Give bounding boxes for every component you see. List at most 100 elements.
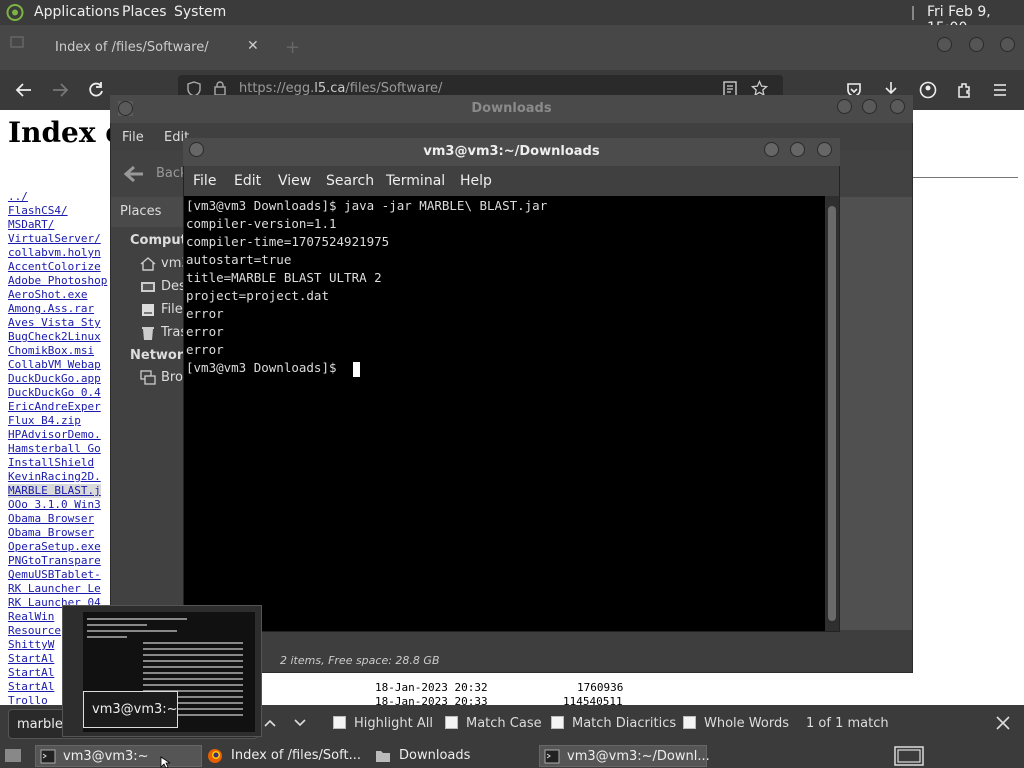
file-link[interactable]: ShittyW [8,638,54,652]
file-link[interactable]: MARBLE BLAST.j [8,484,101,498]
file-link[interactable]: Hamsterball Go [8,442,101,456]
workspace-switcher-icon[interactable] [894,746,924,766]
file-link[interactable]: Obama Browser [8,526,94,540]
file-link[interactable]: OOo 3.1.0 Win3 [8,498,101,512]
find-previous-icon[interactable] [262,715,278,731]
file-link[interactable]: Obama Browser [8,512,94,526]
file-link[interactable]: FlashCS4/ [8,204,68,218]
url-text[interactable]: https://egg.l5.ca/files/Software/ [239,81,442,96]
menu-file[interactable]: File [122,130,144,145]
file-link[interactable]: VirtualServer/ [8,232,101,246]
file-link[interactable]: RealWin [8,610,54,624]
scrollbar-thumb[interactable] [828,206,836,621]
system-menu[interactable]: System [174,4,226,20]
highlight-all-label[interactable]: Highlight All [354,716,433,731]
match-diacritics-checkbox[interactable] [551,716,564,729]
extensions-icon[interactable] [955,81,973,99]
close-icon[interactable] [817,142,832,157]
sidebar-item-vm3[interactable]: vm3 [161,256,184,271]
terminal-output[interactable]: [vm3@vm3 Downloads]$ java -jar MARBLE\ B… [184,196,825,631]
close-icon[interactable] [890,99,905,114]
file-link[interactable]: DuckDuckGo 0.4 [8,386,101,400]
minimize-icon[interactable] [837,99,852,114]
forward-icon[interactable] [51,81,69,99]
file-link[interactable]: collabvm.holyn [8,246,101,260]
file-link[interactable]: RK Launcher Le [8,582,101,596]
menu-file[interactable]: File [193,173,216,189]
terminal-titlebar[interactable]: vm3@vm3:~/Downloads [183,138,840,166]
match-case-checkbox[interactable] [445,716,458,729]
file-link[interactable]: KevinRacing2D. [8,470,101,484]
terminal-scrollbar[interactable] [825,196,839,631]
sidebar-item-file-system[interactable]: File System [161,302,184,317]
maximize-icon[interactable] [862,99,877,114]
home-icon[interactable] [140,256,156,272]
places-menu[interactable]: Places [122,4,167,20]
find-close-icon[interactable] [995,715,1011,731]
show-desktop-icon[interactable] [4,748,22,763]
menu-terminal[interactable]: Terminal [386,173,445,189]
lock-icon[interactable] [214,81,226,96]
whole-words-checkbox[interactable] [683,716,696,729]
file-manager-titlebar[interactable]: Downloads [110,95,913,123]
file-link[interactable]: AeroShot.exe [8,288,87,302]
file-link[interactable]: Resource [8,624,61,638]
reload-icon[interactable] [87,81,105,99]
menu-help[interactable]: Help [460,173,492,189]
trash-icon[interactable] [140,325,156,341]
file-link[interactable]: BugCheck2Linux [8,330,101,344]
account-icon[interactable] [919,81,937,99]
desktop-icon[interactable] [140,279,156,295]
taskbar-item-downloads[interactable]: Downloads [372,745,532,767]
back-arrow-icon[interactable] [123,164,145,184]
file-link[interactable]: MSDaRT/ [8,218,54,232]
file-link[interactable]: QemuUSBTablet- [8,568,101,582]
new-tab-icon[interactable]: + [285,37,300,58]
tab-list-icon[interactable] [10,35,24,49]
file-link[interactable]: OperaSetup.exe [8,540,101,554]
sidebar-item-browse-network[interactable]: Browse Network [161,370,184,385]
file-link[interactable]: ../ [8,190,28,204]
taskbar-item-terminal-home[interactable]: vm3@vm3:~ [35,745,202,767]
taskbar-item-browser[interactable]: Index of /files/Soft... [205,745,368,767]
back-icon[interactable] [15,81,33,99]
file-link[interactable]: Adobe Photoshop [8,274,107,288]
maximize-icon[interactable] [969,37,984,52]
minimize-icon[interactable] [937,37,952,52]
file-link[interactable]: EricAndreExper [8,400,101,414]
whole-words-label[interactable]: Whole Words [704,716,789,731]
menu-view[interactable]: View [278,173,311,189]
network-icon[interactable] [140,370,156,386]
hamburger-menu-icon[interactable] [991,81,1009,99]
menu-edit[interactable]: Edit [234,173,261,189]
menu-search[interactable]: Search [326,173,374,189]
file-link[interactable]: HPAdvisorDemo. [8,428,101,442]
applications-menu[interactable]: Applications [34,4,120,20]
file-link[interactable]: StartAl [8,680,54,694]
file-link[interactable]: StartAl [8,666,54,680]
file-link[interactable]: Flux B4.zip [8,414,81,428]
file-link[interactable]: StartAl [8,652,54,666]
minimize-icon[interactable] [764,142,779,157]
sidebar-item-trash[interactable]: Trash [161,325,184,340]
file-link[interactable]: InstallShield [8,456,94,470]
file-link[interactable]: PNGtoTranspare [8,554,101,568]
match-diacritics-label[interactable]: Match Diacritics [572,716,676,731]
maximize-icon[interactable] [790,142,805,157]
file-link[interactable]: CollabVM Webap [8,358,101,372]
drive-icon[interactable] [140,302,156,318]
file-link[interactable]: Among.Ass.rar [8,302,94,316]
distro-logo-icon[interactable] [6,4,24,21]
file-link[interactable]: Aves Vista Sty [8,316,101,330]
close-window-icon[interactable] [1000,37,1015,52]
highlight-all-checkbox[interactable] [333,716,346,729]
file-link[interactable]: DuckDuckGo.app [8,372,101,386]
tab-close-icon[interactable]: ✕ [247,38,259,54]
file-link[interactable]: AccentColorize [8,260,101,274]
file-link[interactable]: ChomikBox.msi [8,344,94,358]
tab-index-of-software[interactable]: Index of /files/Software/ ✕ [40,32,268,64]
places-dropdown[interactable]: Places [120,204,161,219]
sidebar-item-desktop[interactable]: Desktop [161,279,184,294]
taskbar-item-terminal-downloads[interactable]: vm3@vm3:~/Downl... [539,745,710,767]
match-case-label[interactable]: Match Case [466,716,542,731]
